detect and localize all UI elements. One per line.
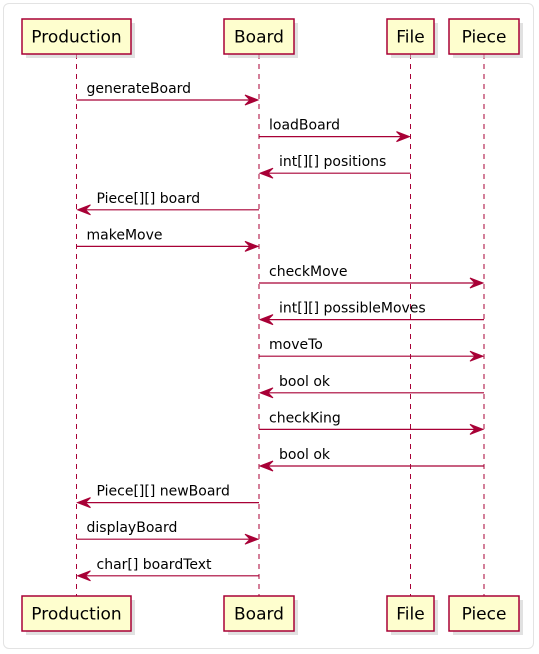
message-11-label: bool ok (279, 447, 331, 463)
message-13-label: displayBoard (87, 520, 178, 536)
message-5-label: makeMove (87, 227, 163, 243)
message-12-label: Piece[][] newBoard (97, 484, 230, 500)
message-8-label: moveTo (269, 337, 323, 353)
message-7-label: int[][] possibleMoves (279, 301, 426, 317)
participant-label-piece-top: Piece (462, 28, 507, 48)
message-6-label: checkMove (269, 264, 348, 280)
message-2-label: loadBoard (269, 118, 340, 134)
message-1-label: generateBoard (87, 81, 192, 97)
participant-label-file-bottom: File (396, 605, 424, 625)
message-14-label: char[] boardText (97, 557, 213, 573)
participant-label-file-top: File (396, 28, 424, 48)
participant-label-board-bottom: Board (234, 605, 284, 625)
sequence-diagram: Production Production Board Board File File Pi… (21, 18, 523, 635)
participant-label-board-top: Board (234, 28, 284, 48)
message-4-label: Piece[][] board (97, 191, 201, 207)
message-3-label: int[][] positions (279, 154, 386, 170)
participant-label-production-top: Production (31, 28, 121, 48)
participant-label-production-bottom: Production (31, 605, 121, 625)
message-10-label: checkKing (269, 410, 341, 426)
participant-label-piece-bottom: Piece (462, 605, 507, 625)
message-9-label: bool ok (279, 374, 331, 390)
